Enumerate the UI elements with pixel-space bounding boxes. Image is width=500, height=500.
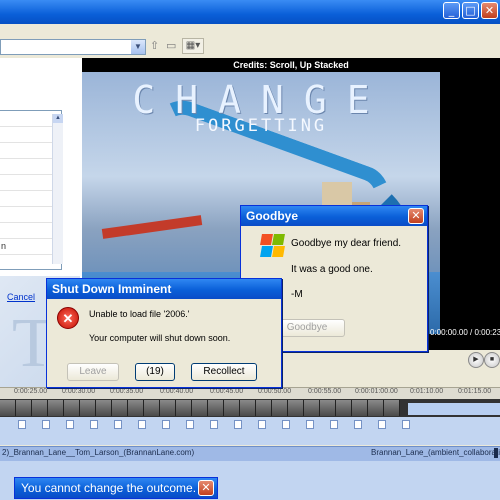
play-icon[interactable]: ▶	[468, 352, 484, 368]
dialog-message: -M	[291, 289, 303, 300]
dialog-message: It was a good one.	[291, 264, 373, 275]
maximize-button[interactable]: □	[462, 2, 479, 19]
clip-edge-marker	[494, 448, 498, 458]
toast-text: You cannot change the outcome.	[21, 481, 197, 495]
close-icon[interactable]: ✕	[198, 480, 214, 496]
timecode-readout: 0:00:00.00 / 0:00:23.6	[430, 328, 500, 337]
transition-marker[interactable]	[378, 420, 386, 429]
transition-marker[interactable]	[234, 420, 242, 429]
timeline-tick: 0:00:50.00	[258, 388, 292, 395]
collection-dropdown[interactable]: ▼	[0, 39, 146, 55]
dialog-title: Goodbye ✕	[241, 206, 427, 226]
timeline-tick: 0:01:10.00	[410, 388, 444, 395]
timeline-tick: 0:00:40.00	[160, 388, 194, 395]
dialog-title-text: Shut Down Imminent	[52, 282, 172, 296]
timeline-tick: 0:00:55.00	[308, 388, 342, 395]
timeline-tick: 0:01:15.00	[458, 388, 492, 395]
toolbar: ▼ ⇧ ▭ ▦▾	[0, 34, 500, 59]
window-titlebar: _ □ ✕	[0, 0, 500, 24]
audio-clip-label: 2)_Brannan_Lane__Tom_Larson_(BrannanLane…	[2, 448, 195, 457]
view-options-icon[interactable]: ▦▾	[182, 38, 204, 54]
transition-track[interactable]	[0, 417, 500, 445]
error-icon: ✕	[57, 307, 79, 329]
shutdown-dialog: Shut Down Imminent ✕ Unable to load file…	[46, 278, 282, 388]
transition-marker[interactable]	[42, 420, 50, 429]
fullscreen-icon[interactable]: ■	[484, 352, 500, 368]
timeline-tick: 0:00:45.00	[210, 388, 244, 395]
transition-marker[interactable]	[186, 420, 194, 429]
transition-marker[interactable]	[258, 420, 266, 429]
dialog-title-text: Goodbye	[246, 209, 299, 223]
timeline-tick: 0:00:30.00	[62, 388, 96, 395]
transition-marker[interactable]	[282, 420, 290, 429]
chevron-down-icon[interactable]: ▼	[131, 40, 145, 54]
up-folder-icon[interactable]: ⇧	[150, 40, 162, 52]
countdown-button[interactable]: (19)	[135, 363, 175, 381]
dialog-message: Goodbye my dear friend.	[291, 238, 402, 249]
close-icon[interactable]: ✕	[408, 208, 424, 224]
recollect-button[interactable]: Recollect	[191, 363, 257, 381]
leave-button[interactable]: Leave	[67, 363, 119, 381]
close-window-button[interactable]: ✕	[481, 2, 498, 19]
timeline-tick: 0:00:01:00.00	[355, 388, 398, 395]
timeline-empty-region[interactable]	[408, 403, 500, 415]
transition-marker[interactable]	[402, 420, 410, 429]
timeline-tick: 0:00:35.00	[110, 388, 144, 395]
transition-marker[interactable]	[138, 420, 146, 429]
list-scrollbar[interactable]: ▲	[52, 114, 63, 264]
dialog-message: Unable to load file '2006.'	[89, 309, 190, 319]
minimize-button[interactable]: _	[443, 2, 460, 19]
transition-marker[interactable]	[18, 420, 26, 429]
transition-marker[interactable]	[210, 420, 218, 429]
scroll-up-icon[interactable]: ▲	[53, 114, 63, 123]
outcome-toast: You cannot change the outcome. ✕	[14, 477, 218, 499]
dialog-message: Your computer will shut down soon.	[89, 333, 231, 343]
cancel-link[interactable]: Cancel	[7, 292, 35, 302]
preview-title: Credits: Scroll, Up Stacked	[233, 60, 349, 70]
transition-marker[interactable]	[162, 420, 170, 429]
audio-clip-label: Brannan_Lane_(ambient_collaboration	[371, 448, 500, 457]
timeline-tick: 0:00:25.00	[14, 388, 48, 395]
dialog-title: Shut Down Imminent	[47, 279, 281, 299]
windows-logo-icon	[260, 234, 285, 258]
transition-marker[interactable]	[66, 420, 74, 429]
transition-marker[interactable]	[354, 420, 362, 429]
transition-marker[interactable]	[90, 420, 98, 429]
transition-marker[interactable]	[306, 420, 314, 429]
new-folder-icon[interactable]: ▭	[166, 40, 178, 52]
transition-marker[interactable]	[330, 420, 338, 429]
transition-marker[interactable]	[114, 420, 122, 429]
subtitle-overlay-text: FORGETTING	[194, 116, 328, 136]
